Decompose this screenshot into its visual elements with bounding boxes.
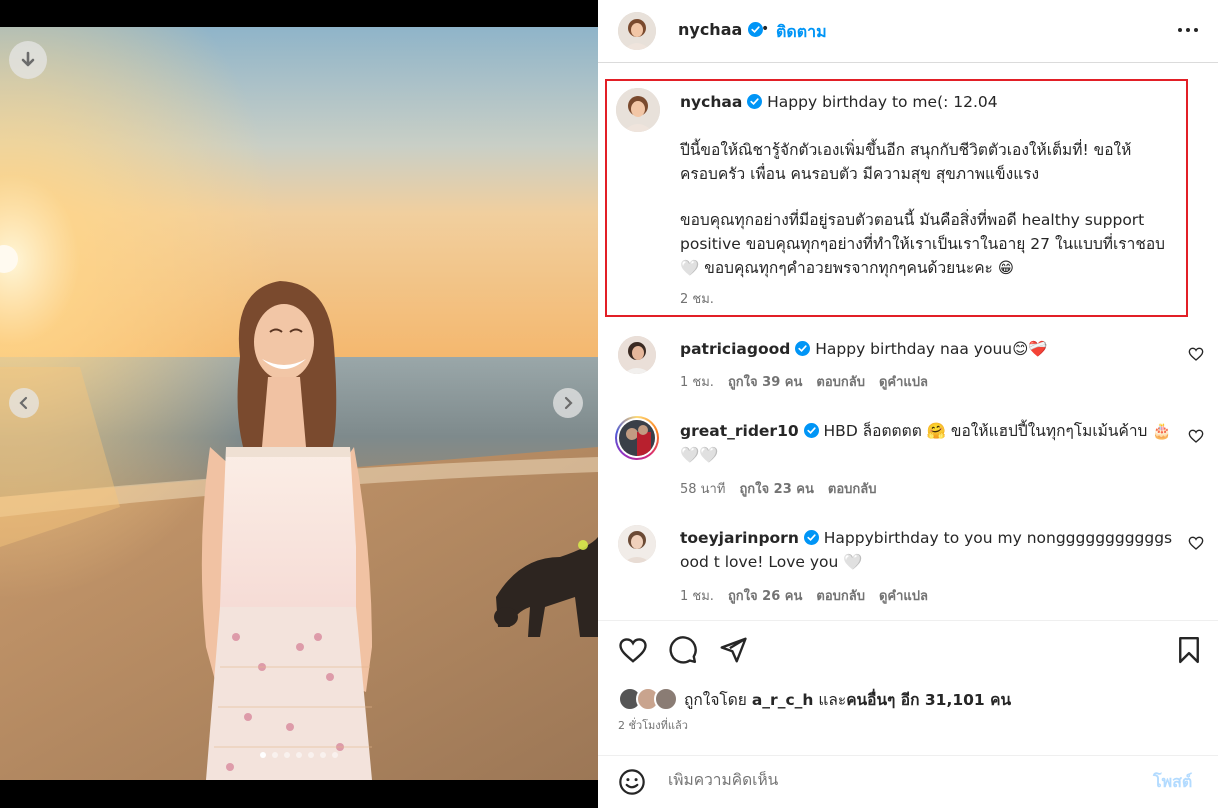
likes-others[interactable]: คนอื่นๆ อีก 31,101 คน bbox=[846, 691, 1011, 709]
carousel-dot bbox=[296, 752, 302, 758]
post-comment-button[interactable]: โพสต์ bbox=[1153, 770, 1192, 795]
caption-highlight-box bbox=[605, 79, 1188, 317]
verified-badge-icon bbox=[795, 341, 811, 356]
caption-paragraph-1: ปีนี้ขอให้ณิชารู้จักตัวเองเพิ่มขึ้นอีก ส… bbox=[680, 141, 1132, 183]
see-translation-button[interactable]: ดูคำแปล bbox=[879, 371, 928, 392]
likes-summary: ถูกใจโดย a_r_c_h และคนอื่นๆ อีก 31,101 ค… bbox=[618, 685, 1011, 713]
avatar bbox=[654, 687, 678, 711]
comment-likes[interactable]: ถูกใจ 23 คน bbox=[739, 478, 813, 499]
avatar[interactable] bbox=[618, 12, 656, 50]
next-image-button[interactable] bbox=[553, 388, 583, 418]
carousel-dot bbox=[308, 752, 314, 758]
comment-likes[interactable]: ถูกใจ 39 คน bbox=[728, 371, 802, 392]
caption-time[interactable]: 2 ชม. bbox=[680, 288, 714, 309]
carousel-dot bbox=[260, 752, 266, 758]
liker-username[interactable]: a_r_c_h bbox=[752, 691, 814, 709]
post-media bbox=[0, 0, 598, 808]
separator-bullet: • bbox=[761, 21, 770, 37]
chevron-left-icon bbox=[19, 396, 28, 410]
arrow-down-icon bbox=[21, 51, 35, 67]
comment-2: great_rider10 HBD ล็อตตตต 🤗 ขอให้แฮปปี้ใ… bbox=[680, 419, 1180, 467]
post-actions-bar bbox=[598, 620, 1218, 680]
reply-button[interactable]: ตอบกลับ bbox=[816, 371, 865, 392]
comment-username[interactable]: great_rider10 bbox=[680, 422, 799, 440]
add-comment-row: โพสต์ bbox=[598, 755, 1218, 808]
emoji-smiley-icon[interactable] bbox=[618, 768, 646, 796]
post-time[interactable]: 2 ชั่วโมงที่แล้ว bbox=[618, 716, 688, 734]
comment-username[interactable]: patriciagood bbox=[680, 340, 790, 358]
add-comment-input[interactable] bbox=[668, 771, 1128, 789]
more-options-icon[interactable] bbox=[1175, 20, 1201, 40]
like-comment-heart-icon[interactable] bbox=[1188, 428, 1204, 444]
comment-3: toeyjarinporn Happybirthday to you my no… bbox=[680, 526, 1180, 574]
carousel-dot bbox=[284, 752, 290, 758]
comment-meta: 1 ชม. ถูกใจ 26 คน ตอบกลับ ดูคำแปล bbox=[680, 585, 928, 606]
caption-paragraph-2: ขอบคุณทุกอย่างที่มีอยู่รอบตัวตอนนี้ มันค… bbox=[680, 211, 1165, 277]
likes-text[interactable]: ถูกใจโดย a_r_c_h และคนอื่นๆ อีก 31,101 ค… bbox=[684, 687, 1011, 712]
carousel-dot bbox=[332, 752, 338, 758]
reply-button[interactable]: ตอบกลับ bbox=[828, 478, 877, 499]
comment-time[interactable]: 1 ชม. bbox=[680, 371, 714, 392]
commenter-avatar[interactable] bbox=[618, 525, 656, 563]
like-comment-heart-icon[interactable] bbox=[1188, 346, 1204, 362]
follow-button[interactable]: ติดตาม bbox=[776, 20, 827, 45]
comment-text: Happy birthday naa youu😊❤️‍🩹 bbox=[815, 340, 1048, 358]
comment-time[interactable]: 1 ชม. bbox=[680, 585, 714, 606]
caption-first-line: Happy birthday to me(: 12.04 bbox=[767, 93, 998, 111]
commenter-avatar[interactable] bbox=[618, 336, 656, 374]
likes-prefix: ถูกใจโดย bbox=[684, 690, 747, 709]
story-ring[interactable] bbox=[615, 416, 659, 460]
comment-meta: 58 นาที ถูกใจ 23 คน ตอบกลับ bbox=[680, 478, 876, 499]
verified-badge-icon bbox=[803, 530, 819, 545]
likes-middle: และ bbox=[818, 690, 847, 709]
comment-meta: 1 ชม. ถูกใจ 39 คน ตอบกลับ ดูคำแปล bbox=[680, 371, 928, 392]
reply-button[interactable]: ตอบกลับ bbox=[816, 585, 865, 606]
carousel-dot bbox=[320, 752, 326, 758]
caption-meta: 2 ชม. bbox=[680, 288, 714, 309]
share-paper-plane-icon[interactable] bbox=[718, 635, 748, 665]
comment-1: patriciagood Happy birthday naa youu😊❤️‍… bbox=[680, 337, 1180, 361]
comment-likes[interactable]: ถูกใจ 26 คน bbox=[728, 585, 802, 606]
download-button[interactable] bbox=[9, 41, 47, 79]
header-username[interactable]: nychaa bbox=[678, 20, 763, 39]
see-translation-button[interactable]: ดูคำแปล bbox=[879, 585, 928, 606]
carousel-dots bbox=[0, 752, 598, 758]
caption-avatar[interactable] bbox=[616, 88, 660, 132]
post-photo[interactable] bbox=[0, 27, 598, 780]
comment-username[interactable]: toeyjarinporn bbox=[680, 529, 799, 547]
post-details-panel: nychaa • ติดตาม nychaa Happy birthday to… bbox=[598, 0, 1218, 808]
instagram-post-modal: nychaa • ติดตาม nychaa Happy birthday to… bbox=[0, 0, 1218, 808]
like-comment-heart-icon[interactable] bbox=[1188, 535, 1204, 551]
comment-bubble-icon[interactable] bbox=[668, 635, 698, 665]
caption-username[interactable]: nychaa bbox=[680, 93, 742, 111]
save-bookmark-icon[interactable] bbox=[1174, 635, 1204, 665]
caption-text: nychaa Happy birthday to me(: 12.04 bbox=[680, 90, 1180, 114]
beach-photo-illustration bbox=[0, 27, 598, 780]
liker-avatars bbox=[618, 686, 680, 712]
post-header: nychaa • ติดตาม bbox=[598, 0, 1218, 63]
verified-badge-icon bbox=[747, 94, 763, 109]
previous-image-button[interactable] bbox=[9, 388, 39, 418]
like-heart-icon[interactable] bbox=[618, 635, 648, 665]
comment-time[interactable]: 58 นาที bbox=[680, 478, 725, 499]
verified-badge-icon bbox=[803, 423, 819, 438]
chevron-right-icon bbox=[564, 396, 573, 410]
username-text[interactable]: nychaa bbox=[678, 20, 742, 39]
carousel-dot bbox=[272, 752, 278, 758]
commenter-avatar[interactable] bbox=[619, 420, 655, 456]
